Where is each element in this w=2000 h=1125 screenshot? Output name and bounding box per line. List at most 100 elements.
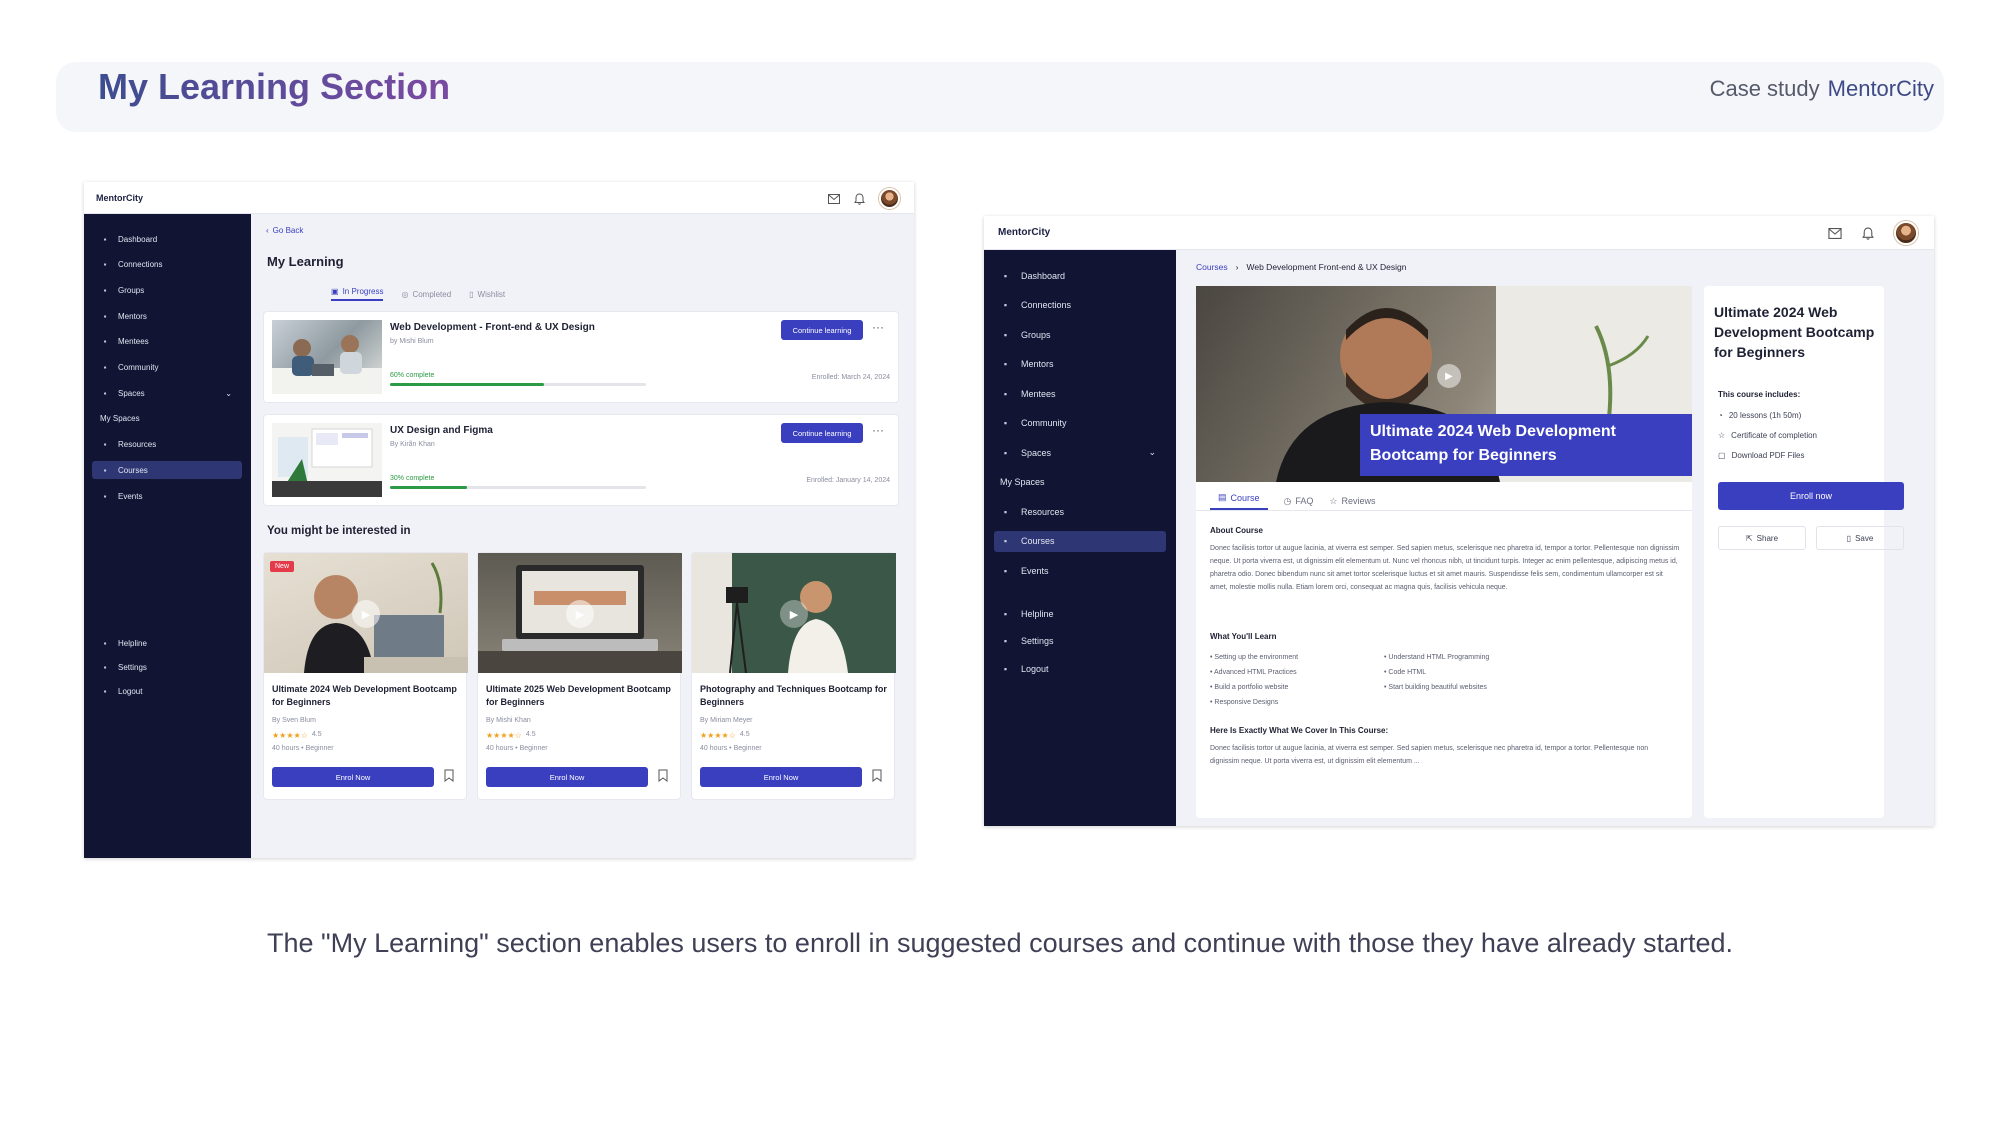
book-icon: ▪	[103, 465, 107, 475]
enroll-now-button[interactable]: Enroll now	[1718, 482, 1904, 510]
continue-learning-button[interactable]: Continue learning	[781, 423, 863, 443]
more-options-icon[interactable]: ···	[872, 423, 884, 437]
sidebar-item-label: Settings	[118, 662, 147, 672]
play-icon[interactable]: ▶	[780, 600, 808, 628]
sidebar-item-events[interactable]: ▪ Events	[92, 487, 242, 505]
hero-title-overlay: Ultimate 2024 Web Development Bootcamp f…	[1360, 414, 1692, 476]
sidebar-item-connections[interactable]: ▪ Connections	[994, 295, 1166, 316]
case-study-text: Case study	[1709, 76, 1820, 101]
sidebar-item-spaces[interactable]: ▪ Spaces ⌄	[994, 442, 1166, 463]
book-icon: ▪	[1003, 536, 1008, 546]
progress-bar	[390, 486, 646, 489]
mail-icon[interactable]	[1828, 227, 1842, 239]
sidebar-item-helpline[interactable]: ▪ Helpline	[994, 603, 1166, 624]
include-item: ◔ 20 lessons (1h 50m)	[1718, 406, 1817, 426]
avatar[interactable]	[879, 188, 900, 209]
course-detail-screen: MentorCity ▪ Dashboard ▪ Connections ▪ Groups…	[984, 216, 1934, 826]
sidebar-item-community[interactable]: ▪ Community	[994, 413, 1166, 434]
brand-name: MentorCity	[1827, 76, 1934, 101]
sidebar-item-dashboard[interactable]: ▪ Dashboard	[92, 230, 242, 248]
sidebar-item-community[interactable]: ▪ Community	[92, 359, 242, 377]
avatar[interactable]	[1894, 221, 1918, 245]
play-icon[interactable]: ▶	[566, 600, 594, 628]
play-icon[interactable]: ▶	[352, 600, 380, 628]
tab-faq[interactable]: ◷ FAQ	[1284, 492, 1314, 510]
sidebar-item-mentees[interactable]: ▪ Mentees	[994, 383, 1166, 404]
course-title[interactable]: Ultimate 2025 Web Development Bootcamp f…	[486, 683, 674, 709]
course-author: By Mishi Khan	[486, 717, 531, 724]
sidebar-item-logout[interactable]: ▪ Logout	[92, 682, 242, 700]
bookmark-icon[interactable]	[444, 769, 454, 787]
course-card[interactable]: UX Design and Figma By Kirãn Khan 30% co…	[263, 414, 899, 506]
sidebar-item-groups[interactable]: ▪ Groups	[994, 324, 1166, 345]
enrol-now-button[interactable]: Enrol Now	[700, 767, 862, 787]
my-learning-screen: MentorCity ▪ Dashboard ▪ Connections ▪ Groups…	[84, 182, 914, 858]
sidebar-item-settings[interactable]: ▪ Settings	[994, 631, 1166, 652]
main-content: ‹ Go Back My Learning ▣ In Progress ◎ Compl…	[251, 214, 914, 858]
breadcrumb-courses[interactable]: Courses	[1196, 262, 1228, 272]
includes-list: ◔ 20 lessons (1h 50m) ☆ Certificate of com…	[1718, 406, 1817, 466]
sidebar-item-mentors[interactable]: ▪ Mentors	[92, 307, 242, 325]
bell-icon[interactable]	[1862, 227, 1874, 240]
sidebar-item-label: Mentors	[1021, 359, 1054, 369]
enrolled-date: Enrolled: March 24, 2024	[811, 374, 890, 381]
dashboard-icon: ▪	[1003, 270, 1008, 281]
sidebar-item-resources[interactable]: ▪ Resources	[994, 501, 1166, 522]
mail-icon[interactable]	[828, 193, 840, 204]
sidebar-item-events[interactable]: ▪ Events	[994, 560, 1166, 581]
tab-reviews[interactable]: ☆ Reviews	[1329, 492, 1375, 510]
enrol-now-button[interactable]: Enrol Now	[486, 767, 648, 787]
learn-item: • Build a portfolio website	[1210, 684, 1289, 691]
course-title[interactable]: UX Design and Figma	[390, 425, 493, 436]
course-card[interactable]: Web Development - Front-end & UX Design …	[263, 311, 899, 403]
share-button[interactable]: ⇱ Share	[1718, 526, 1806, 550]
chevron-down-icon[interactable]: ⌄	[1148, 447, 1156, 458]
question-circle-icon: ◷	[1283, 495, 1292, 506]
sidebar-item-dashboard[interactable]: ▪ Dashboard	[994, 265, 1166, 286]
tab-in-progress[interactable]: ▣ In Progress	[331, 287, 384, 301]
course-meta: 40 hours • Beginner	[272, 745, 334, 752]
sidebar-item-mentees[interactable]: ▪ Mentees	[92, 333, 242, 351]
sidebar-item-label: Spaces	[118, 388, 145, 398]
learn-item: • Responsive Designs	[1210, 699, 1279, 706]
sidebar-item-courses[interactable]: ▪ Courses	[994, 530, 1166, 552]
learn-list-right: • Understand HTML Programming • Code HTML…	[1384, 650, 1604, 695]
sidebar-item-courses[interactable]: ▪ Courses	[92, 461, 242, 480]
mentor-icon: ▪	[1003, 359, 1008, 369]
course-title[interactable]: Ultimate 2024 Web Development Bootcamp f…	[272, 683, 460, 709]
tab-course[interactable]: ▤ Course	[1210, 492, 1268, 510]
sidebar-item-spaces[interactable]: ▪ Spaces ⌄	[92, 384, 242, 402]
bookmark-icon[interactable]	[658, 769, 668, 787]
sidebar-item-connections[interactable]: ▪ Connections	[92, 256, 242, 274]
course-thumbnail: ▶	[692, 553, 896, 673]
go-back-link[interactable]: ‹ Go Back	[266, 226, 303, 235]
tab-completed[interactable]: ◎ Completed	[401, 287, 451, 301]
enrol-now-button[interactable]: Enrol Now	[272, 767, 434, 787]
course-thumbnail: ▶	[264, 553, 468, 673]
sidebar-item-settings[interactable]: ▪ Settings	[92, 658, 242, 676]
learn-item: • Advanced HTML Practices	[1210, 669, 1297, 676]
sidebar-item-resources[interactable]: ▪ Resources	[92, 436, 242, 454]
more-options-icon[interactable]: ···	[872, 320, 884, 334]
section-title: My Learning	[267, 254, 344, 269]
course-title[interactable]: Web Development - Front-end & UX Design	[390, 322, 595, 333]
suggested-course-card[interactable]: ▶ Photography and Techniques Bootcamp fo…	[691, 552, 896, 800]
bell-icon[interactable]	[854, 192, 865, 205]
chevron-down-icon[interactable]: ⌄	[225, 389, 232, 398]
course-title[interactable]: Photography and Techniques Bootcamp for …	[700, 683, 888, 709]
sidebar-item-logout[interactable]: ▪ Logout	[994, 658, 1166, 679]
tab-wishlist[interactable]: ▯ Wishlist	[469, 287, 505, 301]
suggested-course-card[interactable]: ▶ New Ultimate 2024 Web Development Boot…	[263, 552, 468, 800]
sidebar-item-mentors[interactable]: ▪ Mentors	[994, 354, 1166, 375]
continue-learning-button[interactable]: Continue learning	[781, 320, 863, 340]
logo[interactable]: MentorCity	[96, 193, 143, 203]
suggested-course-card[interactable]: ▶ Ultimate 2025 Web Development Bootcamp…	[477, 552, 682, 800]
bookmark-icon[interactable]	[872, 769, 882, 787]
sidebar-item-helpline[interactable]: ▪ Helpline	[92, 634, 242, 652]
logo[interactable]: MentorCity	[998, 227, 1050, 238]
sidebar-item-groups[interactable]: ▪ Groups	[92, 281, 242, 299]
learn-item: • Start building beautiful websites	[1384, 684, 1487, 691]
play-icon[interactable]: ▶	[1437, 364, 1461, 388]
save-button[interactable]: ▯ Save	[1816, 526, 1904, 550]
sidebar-item-label: Resources	[118, 440, 157, 450]
